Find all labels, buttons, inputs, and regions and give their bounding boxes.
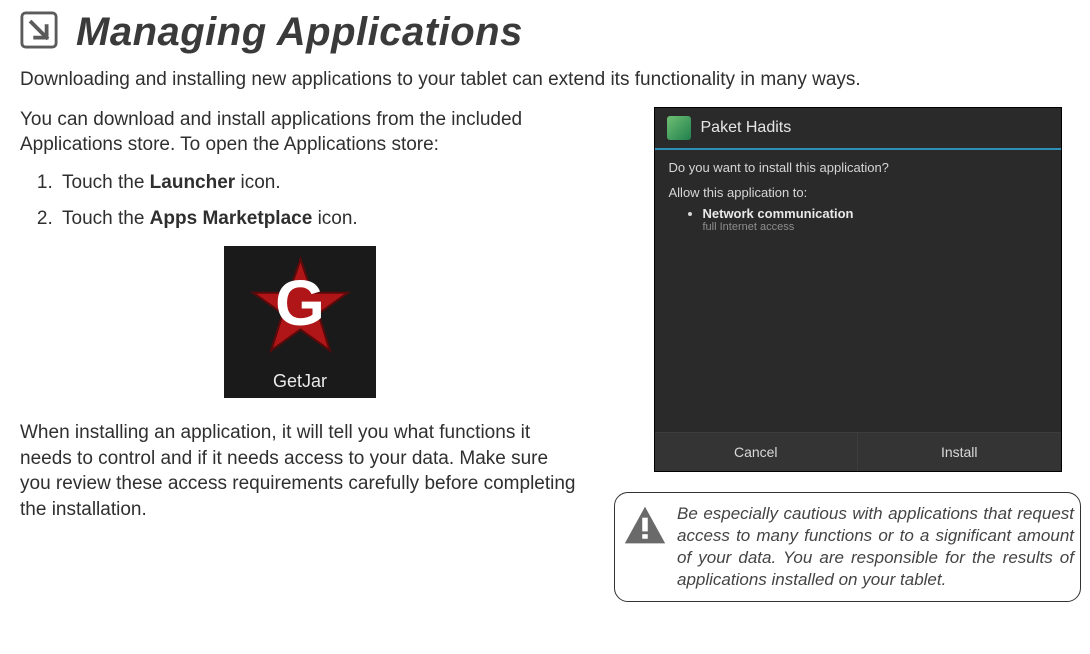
two-column-layout: You can download and install application… bbox=[20, 107, 1070, 602]
getjar-star-icon: G bbox=[248, 256, 353, 361]
dialog-app-title: Paket Hadits bbox=[701, 119, 792, 137]
dialog-body: Do you want to install this application?… bbox=[655, 150, 1061, 432]
permission-list: Network communication full Internet acce… bbox=[669, 206, 1047, 233]
dialog-question: Do you want to install this application? bbox=[669, 160, 1047, 175]
down-right-arrow-icon bbox=[20, 11, 58, 54]
cancel-button[interactable]: Cancel bbox=[655, 433, 858, 471]
step-2-prefix: Touch the bbox=[62, 208, 150, 229]
open-store-paragraph: You can download and install application… bbox=[20, 107, 580, 158]
step-list: Touch the Launcher icon. Touch the Apps … bbox=[20, 172, 580, 230]
getjar-icon: G GetJar bbox=[224, 246, 376, 398]
permission-title: Network communication bbox=[703, 206, 1047, 221]
step-1-bold: Launcher bbox=[150, 172, 236, 193]
step-1-suffix: icon. bbox=[235, 172, 280, 193]
permission-item: Network communication full Internet acce… bbox=[703, 206, 1047, 233]
left-column: You can download and install application… bbox=[20, 107, 580, 602]
intro-paragraph: Downloading and installing new applicati… bbox=[20, 67, 1070, 93]
step-2: Touch the Apps Marketplace icon. bbox=[58, 208, 580, 230]
dialog-allow-label: Allow this application to: bbox=[669, 185, 1047, 200]
step-2-suffix: icon. bbox=[312, 208, 357, 229]
app-icon bbox=[667, 116, 691, 140]
getjar-letter: G bbox=[275, 266, 325, 340]
step-2-bold: Apps Marketplace bbox=[150, 208, 313, 229]
permission-subtitle: full Internet access bbox=[703, 221, 1047, 233]
page-heading: Managing Applications bbox=[20, 10, 1070, 55]
getjar-label: GetJar bbox=[273, 371, 327, 392]
page-title: Managing Applications bbox=[76, 10, 523, 55]
install-button[interactable]: Install bbox=[857, 433, 1061, 471]
caution-text: Be especially cautious with applications… bbox=[677, 503, 1076, 591]
install-dialog: Paket Hadits Do you want to install this… bbox=[654, 107, 1062, 472]
access-requirements-paragraph: When installing an application, it will … bbox=[20, 420, 580, 523]
step-1: Touch the Launcher icon. bbox=[58, 172, 580, 194]
dialog-header: Paket Hadits bbox=[655, 108, 1061, 150]
dialog-button-row: Cancel Install bbox=[655, 432, 1061, 471]
right-column: Paket Hadits Do you want to install this… bbox=[614, 107, 1081, 602]
caution-callout: Be especially cautious with applications… bbox=[614, 492, 1081, 602]
warning-icon bbox=[623, 503, 667, 552]
getjar-figure: G GetJar bbox=[20, 246, 580, 398]
step-1-prefix: Touch the bbox=[62, 172, 150, 193]
